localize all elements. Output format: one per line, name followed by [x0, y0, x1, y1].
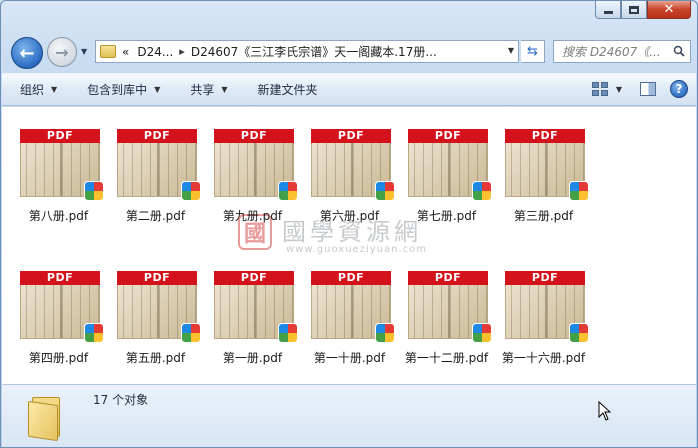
close-button[interactable]: ✕ [647, 1, 691, 19]
include-in-library-menu[interactable]: 包含到库中 ▼ [87, 81, 160, 98]
share-menu[interactable]: 共享 ▼ [190, 81, 227, 98]
pdf-banner: PDF [20, 129, 100, 143]
maximize-icon [629, 5, 639, 14]
back-arrow-icon: ← [19, 42, 35, 64]
file-item[interactable]: PDF 第一十六册.pdf [495, 250, 592, 365]
pdf-banner: PDF [505, 129, 585, 143]
pdf-banner: PDF [214, 129, 294, 143]
view-options-dropdown[interactable]: ▼ [616, 85, 622, 94]
file-item[interactable]: PDF 第七册.pdf [398, 108, 495, 223]
search-box[interactable] [553, 40, 691, 63]
file-list[interactable]: 國 國學資源網 www.guoxueziyuan.com PDF 第八册.pdf… [2, 107, 696, 384]
explorer-window: ✕ ← → ▼ « D24... ▸ D24607《三江李氏宗谱》天一阁藏本.1… [0, 0, 698, 448]
pdf-app-icon [472, 323, 492, 343]
file-name: 第一十六册.pdf [501, 351, 586, 365]
folder-icon [100, 45, 116, 58]
breadcrumb-item[interactable]: D24607《三江李氏宗谱》天一阁藏本.17册... [191, 43, 437, 60]
file-name: 第九册.pdf [222, 209, 283, 223]
pdf-app-icon [181, 323, 201, 343]
file-item[interactable]: PDF 第九册.pdf [204, 108, 301, 223]
breadcrumb-item[interactable]: D24... [137, 45, 173, 59]
pdf-app-icon [84, 181, 104, 201]
file-name: 第二册.pdf [125, 209, 186, 223]
forward-button[interactable]: → [47, 37, 77, 67]
organize-menu[interactable]: 组织 ▼ [20, 81, 57, 98]
file-name: 第一十册.pdf [313, 351, 386, 365]
pdf-app-icon [181, 181, 201, 201]
preview-pane-icon[interactable] [640, 82, 656, 96]
pdf-banner: PDF [20, 271, 100, 285]
file-item[interactable]: PDF 第三册.pdf [495, 108, 592, 223]
file-name: 第七册.pdf [416, 209, 477, 223]
toolbar-right: ▼ ? [591, 80, 688, 98]
address-dropdown-icon[interactable]: ▼ [508, 46, 514, 55]
file-item[interactable]: PDF 第一册.pdf [204, 250, 301, 365]
pdf-app-icon [84, 323, 104, 343]
minimize-icon [603, 11, 613, 14]
pdf-app-icon [375, 323, 395, 343]
minimize-button[interactable] [595, 1, 621, 19]
refresh-button[interactable]: ⇆ [521, 40, 545, 63]
pdf-banner: PDF [311, 129, 391, 143]
file-item[interactable]: PDF 第六册.pdf [301, 108, 398, 223]
file-item[interactable]: PDF 第四册.pdf [10, 250, 107, 365]
include-in-library-label: 包含到库中 [87, 83, 148, 97]
recent-pages-dropdown[interactable]: ▼ [81, 47, 91, 57]
breadcrumb-overflow[interactable]: « [122, 45, 129, 59]
file-item[interactable]: PDF 第八册.pdf [10, 108, 107, 223]
file-name: 第三册.pdf [513, 209, 574, 223]
new-folder-label: 新建文件夹 [257, 83, 318, 97]
file-name: 第一册.pdf [222, 351, 283, 365]
caption-buttons: ✕ [595, 1, 691, 19]
search-input[interactable] [562, 44, 670, 59]
chevron-down-icon: ▼ [154, 85, 161, 94]
folder-icon [28, 395, 64, 442]
back-button[interactable]: ← [11, 37, 43, 69]
pdf-app-icon [278, 323, 298, 343]
file-name: 第一十二册.pdf [404, 351, 489, 365]
close-icon: ✕ [663, 2, 675, 17]
command-bar: 组织 ▼ 包含到库中 ▼ 共享 ▼ 新建文件夹 ▼ ? [2, 73, 696, 106]
pdf-banner: PDF [408, 271, 488, 285]
change-view-icon[interactable] [591, 82, 608, 96]
pdf-app-icon [278, 181, 298, 201]
chevron-down-icon: ▼ [51, 85, 58, 94]
file-item[interactable]: PDF 第二册.pdf [107, 108, 204, 223]
forward-arrow-icon: → [55, 42, 69, 62]
pdf-banner: PDF [117, 129, 197, 143]
file-item[interactable]: PDF 第一十册.pdf [301, 250, 398, 365]
maximize-button[interactable] [621, 1, 647, 19]
item-count: 17 个对象 [93, 393, 149, 407]
pdf-banner: PDF [214, 271, 294, 285]
mouse-cursor-icon [598, 401, 612, 421]
pdf-app-icon [472, 181, 492, 201]
pdf-app-icon [375, 181, 395, 201]
pdf-banner: PDF [311, 271, 391, 285]
breadcrumb-chevron-icon[interactable]: ▸ [179, 45, 185, 58]
file-name: 第八册.pdf [28, 209, 89, 223]
pdf-banner: PDF [408, 129, 488, 143]
file-name: 第五册.pdf [125, 351, 186, 365]
share-label: 共享 [190, 83, 215, 97]
search-icon[interactable] [673, 45, 685, 57]
address-bar[interactable]: « D24... ▸ D24607《三江李氏宗谱》天一阁藏本.17册... ▼ [95, 40, 519, 63]
details-pane: 17 个对象 [2, 384, 696, 447]
refresh-icon: ⇆ [527, 44, 538, 59]
file-item[interactable]: PDF 第一十二册.pdf [398, 250, 495, 365]
chevron-down-icon: ▼ [221, 85, 228, 94]
new-folder-button[interactable]: 新建文件夹 [258, 81, 318, 98]
file-item[interactable]: PDF 第五册.pdf [107, 250, 204, 365]
organize-label: 组织 [20, 83, 45, 97]
file-name: 第六册.pdf [319, 209, 380, 223]
pdf-banner: PDF [117, 271, 197, 285]
file-name: 第四册.pdf [28, 351, 89, 365]
pdf-app-icon [569, 323, 589, 343]
help-icon[interactable]: ? [670, 80, 688, 98]
pdf-app-icon [569, 181, 589, 201]
pdf-banner: PDF [505, 271, 585, 285]
